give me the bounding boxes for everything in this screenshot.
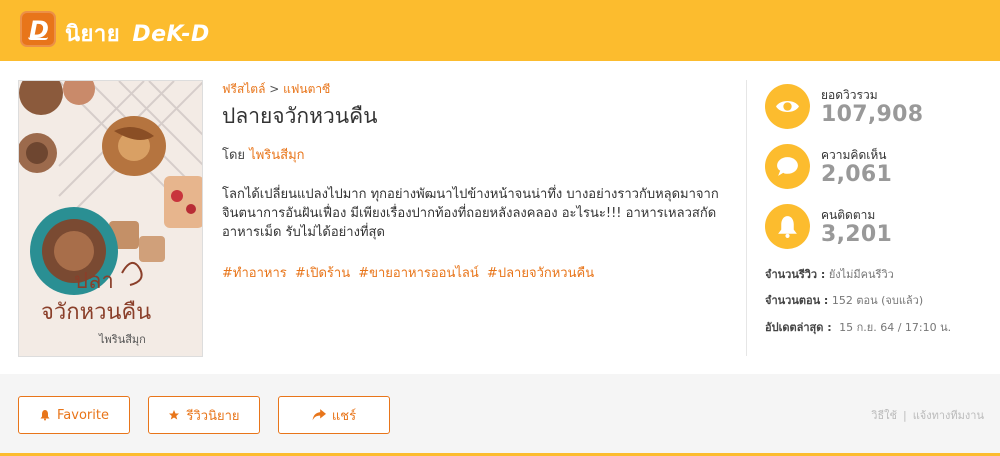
episodes-label: จำนวนตอน : — [765, 294, 829, 307]
tag-open-shop[interactable]: #เปิดร้าน — [295, 266, 350, 281]
cover-title-line2: จวักหวนคืน — [41, 300, 151, 325]
cover-author: ไพรินสีมุก — [98, 333, 146, 346]
footer-links: วิธีใช้ | แจ้งทางทีมงาน — [871, 406, 984, 424]
breadcrumb: ฟรีสไตล์ > แฟนตาซี — [222, 80, 330, 99]
logo-book-line — [28, 36, 48, 40]
favorite-label: Favorite — [57, 407, 109, 423]
reviews-label: จำนวนรีวิว : — [765, 268, 826, 281]
action-bar: Favorite รีวิวนิยาย แชร์ วิธีใช้ | แจ้งทาง… — [0, 374, 1000, 456]
report-link[interactable]: แจ้งทางทีมงาน — [913, 409, 984, 422]
bell-icon — [765, 204, 810, 249]
top-header-bar: D นิยาย DeK-D — [0, 0, 1000, 61]
author-link[interactable]: ไพรินสีมุก — [249, 148, 304, 163]
meta-episodes: จำนวนตอน : 152 ตอน (จบแล้ว) — [765, 291, 923, 309]
novel-title: ปลายจวักหวนคืน — [222, 104, 378, 128]
help-link[interactable]: วิธีใช้ — [871, 409, 897, 422]
vertical-divider — [746, 80, 747, 356]
bell-icon — [40, 410, 50, 421]
favorite-button[interactable]: Favorite — [18, 396, 130, 434]
tag-list: #ทำอาหาร #เปิดร้าน #ขายอาหารออนไลน์ #ปลา… — [222, 262, 598, 283]
breadcrumb-fantasy[interactable]: แฟนตาซี — [283, 82, 330, 96]
brand-sub: DeK-D — [132, 22, 210, 47]
comments-value: 2,061 — [821, 162, 893, 187]
reviews-value: ยังไม่มีคนรีวิว — [828, 268, 894, 281]
breadcrumb-separator: > — [269, 82, 280, 96]
meta-reviews: จำนวนรีวิว : ยังไม่มีคนรีวิว — [765, 265, 894, 283]
novel-cover-image: ปลา จวักหวนคืน ไพรินสีมุก — [18, 80, 203, 357]
share-arrow-icon — [312, 409, 326, 421]
breadcrumb-freestyle[interactable]: ฟรีสไตล์ — [222, 82, 265, 96]
speech-bubble-icon — [765, 144, 810, 189]
star-icon — [169, 410, 180, 420]
views-value: 107,908 — [821, 102, 924, 127]
eye-icon — [765, 84, 810, 129]
author-line: โดย ไพรินสีมุก — [222, 144, 305, 165]
share-button[interactable]: แชร์ — [278, 396, 390, 434]
review-label: รีวิวนิยาย — [186, 408, 240, 424]
brand-text: นิยาย — [65, 22, 121, 47]
dekd-logo-icon[interactable]: D — [20, 11, 56, 47]
episodes-value: 152 ตอน (จบแล้ว) — [831, 294, 924, 307]
cover-title-line1: ปลา — [74, 269, 114, 294]
updated-value: 15 ก.ย. 64 / 17:10 น. — [839, 321, 952, 334]
novel-description: โลกได้เปลี่ยนแปลงไปมาก ทุกอย่างพัฒนาไปข้… — [222, 187, 719, 240]
meta-updated: อัปเดตล่าสุด : 15 ก.ย. 64 / 17:10 น. — [765, 318, 951, 336]
brand-name[interactable]: นิยาย DeK-D — [65, 16, 210, 51]
stat-followers: คนติดตาม 3,201 — [765, 204, 985, 252]
updated-label: อัปเดตล่าสุด : — [765, 321, 832, 334]
review-button[interactable]: รีวิวนิยาย — [148, 396, 260, 434]
followers-value: 3,201 — [821, 222, 893, 247]
share-label: แชร์ — [331, 408, 357, 424]
link-separator: | — [903, 409, 907, 422]
stat-views: ยอดวิวรวม 107,908 — [765, 84, 985, 132]
stat-comments: ความคิดเห็น 2,061 — [765, 144, 985, 192]
tag-novel-title[interactable]: #ปลายจวักหวนคืน — [487, 266, 594, 281]
tag-cooking[interactable]: #ทำอาหาร — [222, 266, 287, 281]
by-label: โดย — [222, 148, 246, 163]
tag-online-food[interactable]: #ขายอาหารออนไลน์ — [358, 266, 479, 281]
